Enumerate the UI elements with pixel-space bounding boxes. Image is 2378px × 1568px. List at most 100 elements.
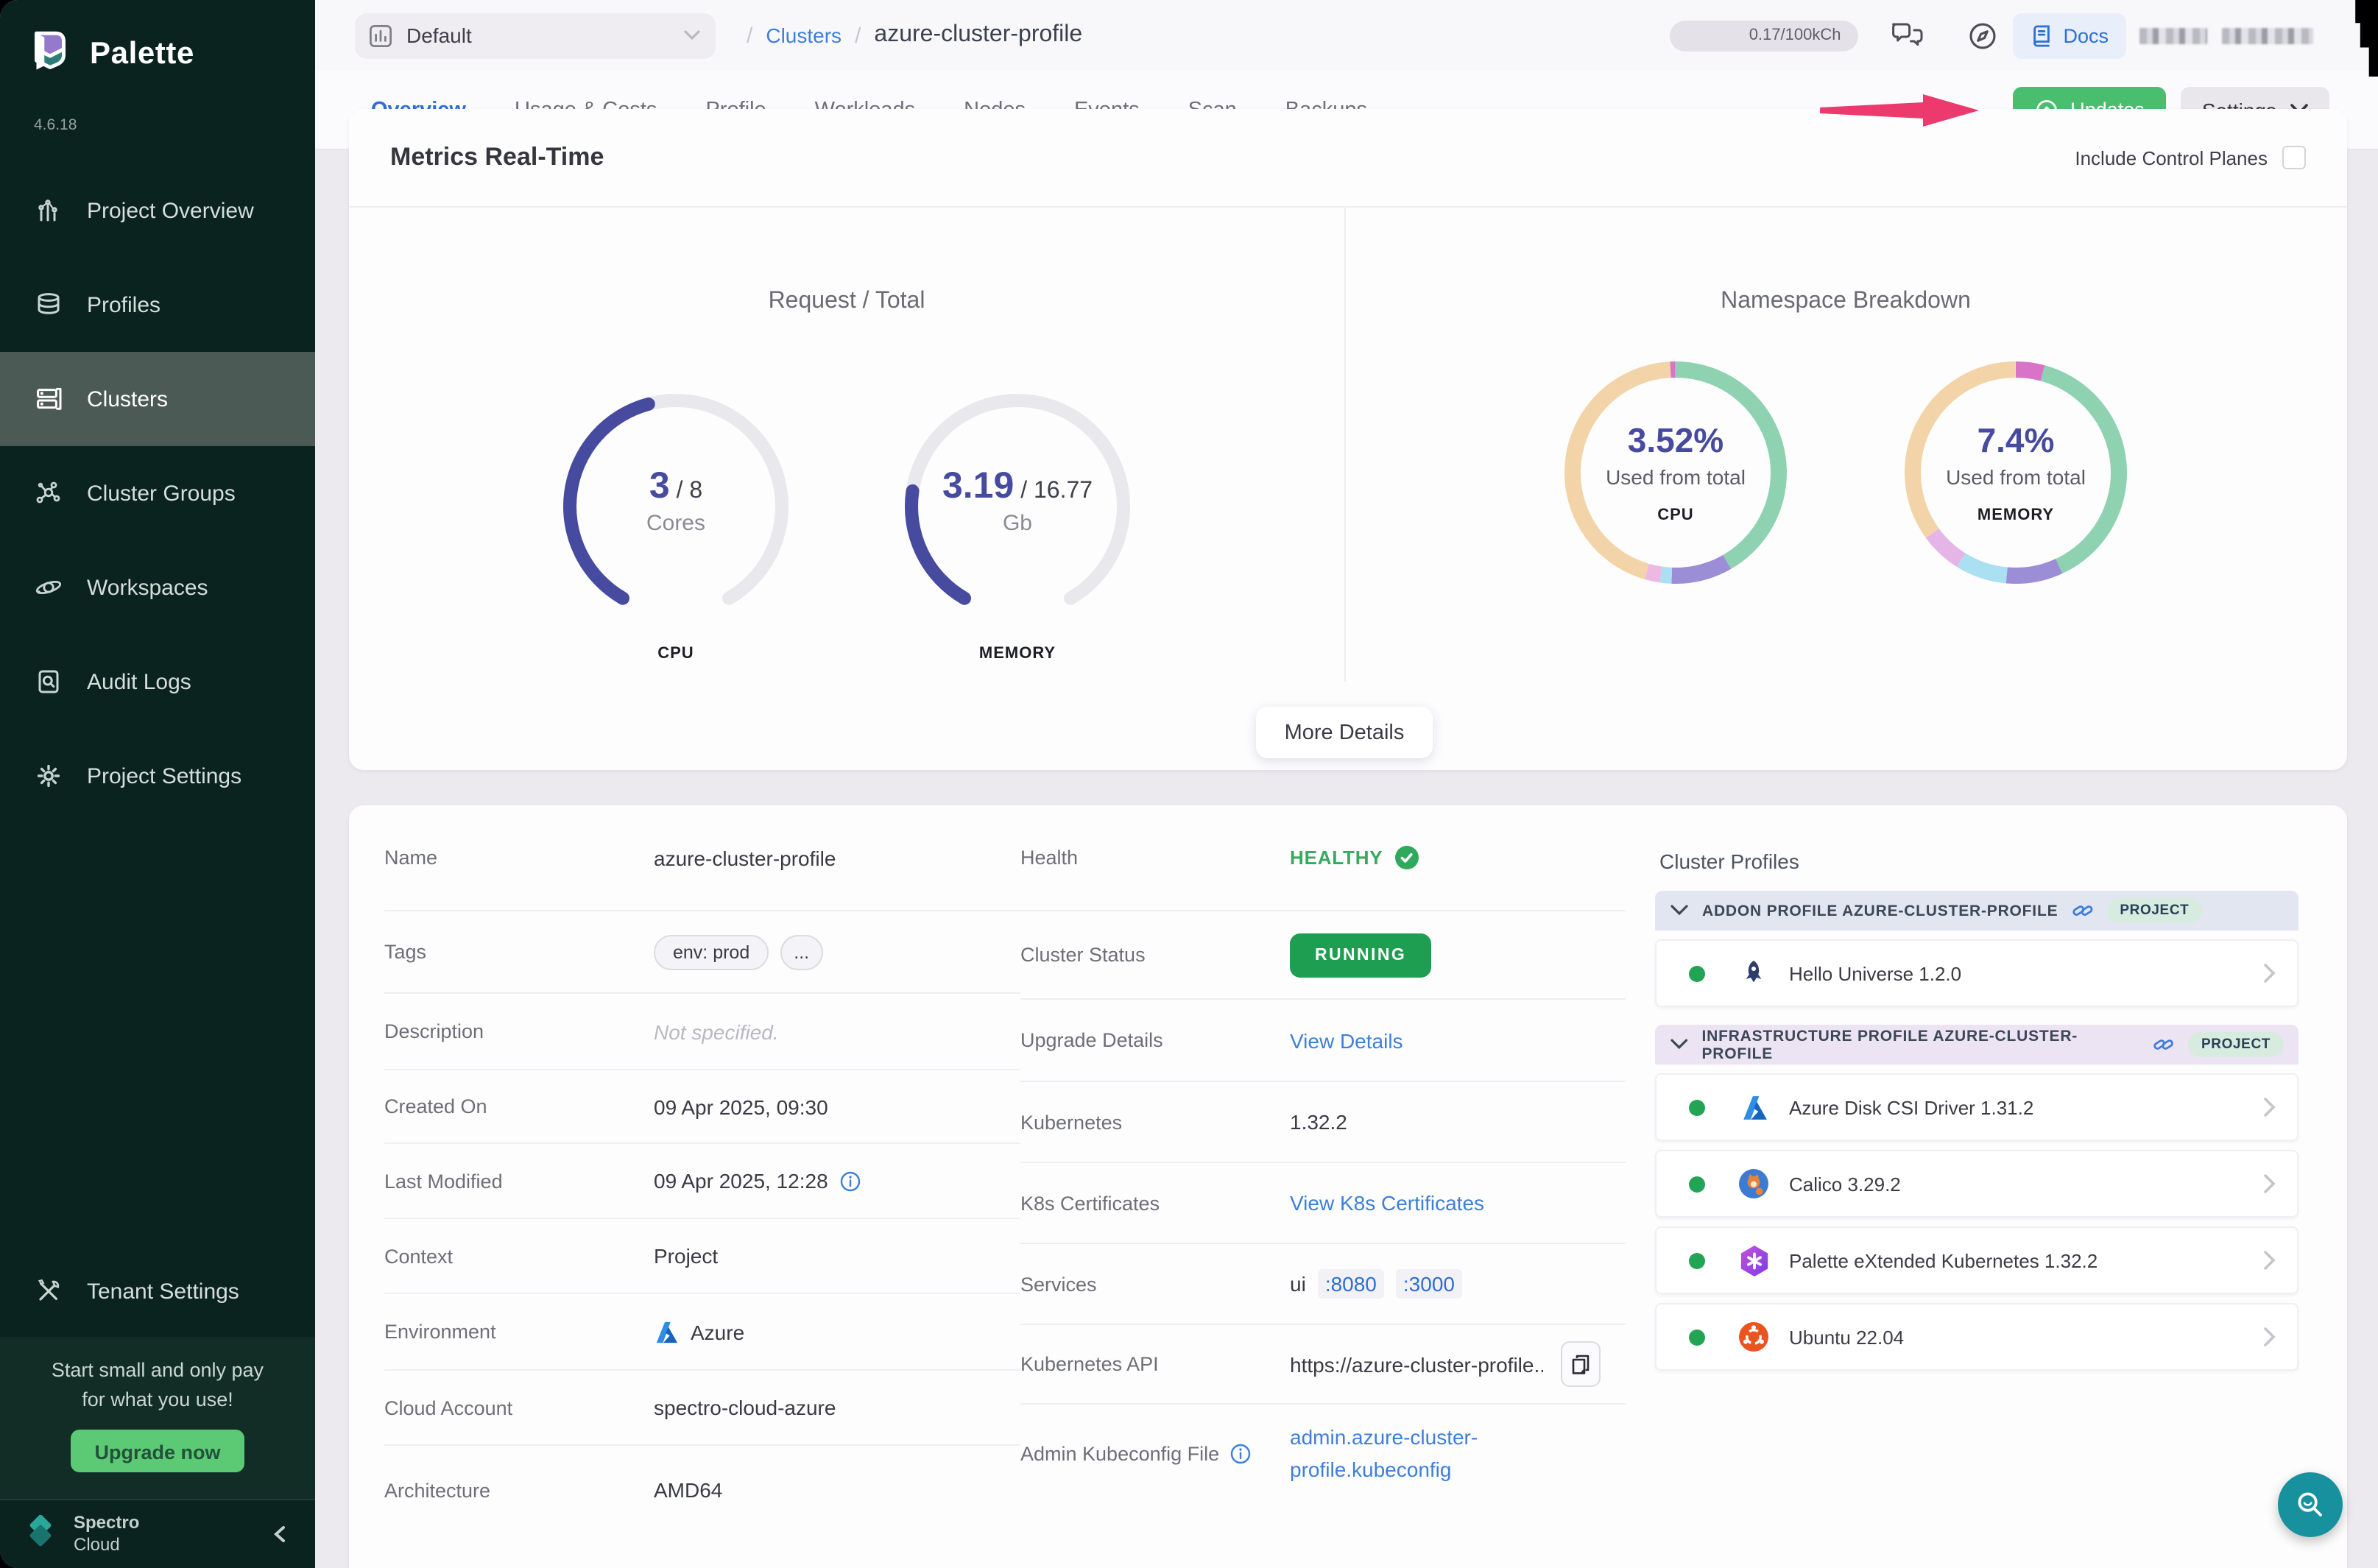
request-total-title: Request / Total <box>349 289 1344 315</box>
cluster-name-value: azure-cluster-profile <box>654 846 836 869</box>
info-icon[interactable] <box>1229 1443 1252 1465</box>
memory-total: / 16.77 <box>1020 478 1093 504</box>
environment-value: Azure <box>691 1320 744 1343</box>
upgrade-promo: Start small and only pay for what you us… <box>0 1337 315 1499</box>
detail-row-description: Description Not specified. <box>384 994 1020 1070</box>
search-icon <box>2294 1488 2326 1521</box>
status-badge: RUNNING <box>1290 933 1431 977</box>
sidebar-item-label: Cluster Groups <box>87 481 236 506</box>
addon-profile-header[interactable]: ADDON PROFILE AZURE-CLUSTER-PROFILE PROJ… <box>1655 891 2298 930</box>
cloud-account-value: spectro-cloud-azure <box>654 1396 836 1419</box>
sidebar-item-project-overview[interactable]: Project Overview <box>0 163 315 258</box>
detail-row-upgrade-details: Upgrade Details View Details <box>1020 1000 1626 1082</box>
detail-row-cluster-status: Cluster Status RUNNING <box>1020 911 1626 1000</box>
memory-unit: Gb <box>892 511 1143 536</box>
metrics-title: Metrics Real-Time <box>390 143 604 172</box>
tag-pill[interactable]: env: prod <box>654 934 769 970</box>
docs-label: Docs <box>2063 24 2109 46</box>
view-k8s-certificates-link[interactable]: View K8s Certificates <box>1290 1191 1484 1215</box>
health-status: HEALTHY <box>1290 847 1383 869</box>
profile-item-calico[interactable]: Calico 3.29.2 <box>1655 1150 2298 1218</box>
status-dot <box>1689 1099 1705 1115</box>
usage-credit-badge: 0.17/100kCh <box>1670 20 1858 51</box>
profile-item-hello-universe[interactable]: Hello Universe 1.2.0 <box>1655 939 2298 1007</box>
copy-icon[interactable] <box>1561 1341 1601 1387</box>
tags-more-pill[interactable]: ... <box>780 934 822 970</box>
sidebar-item-label: Clusters <box>87 386 168 412</box>
redacted-user-info <box>2139 21 2319 50</box>
status-dot <box>1689 1176 1705 1192</box>
namespace-breakdown-title: Namespace Breakdown <box>1344 289 2347 315</box>
status-dot <box>1689 965 1705 981</box>
layers-icon <box>34 290 63 319</box>
sidebar-item-cluster-groups[interactable]: Cluster Groups <box>0 446 315 540</box>
namespace-cpu-text: 3.52% Used from total CPU <box>1528 421 1823 524</box>
profile-group-name: ADDON PROFILE AZURE-CLUSTER-PROFILE <box>1702 902 2058 919</box>
sidebar-item-workspaces[interactable]: Workspaces <box>0 540 315 635</box>
collapse-sidebar-icon[interactable] <box>271 1524 289 1544</box>
sidebar-item-clusters[interactable]: Clusters <box>0 352 315 446</box>
detail-row-last-modified: Last Modified 09 Apr 2025, 12:28 <box>384 1144 1020 1219</box>
detail-row-services: Services ui :8080 :3000 <box>1020 1244 1626 1325</box>
cpu-request: 3 <box>649 465 670 506</box>
tools-icon <box>34 1276 63 1306</box>
service-port-3000-link[interactable]: :3000 <box>1396 1269 1462 1299</box>
more-details-button[interactable]: More Details <box>1256 707 1433 758</box>
profile-item-palette-extended-kubernetes[interactable]: Palette eXtended Kubernetes 1.32.2 <box>1655 1226 2298 1294</box>
sidebar-item-label: Audit Logs <box>87 669 191 694</box>
row-label: Admin Kubeconfig File <box>1020 1443 1219 1465</box>
sidebar-item-tenant-settings[interactable]: Tenant Settings <box>0 1263 315 1319</box>
include-control-planes-checkbox[interactable] <box>2282 146 2306 169</box>
cluster-profiles-panel: Cluster Profiles ADDON PROFILE AZURE-CLU… <box>1655 805 2298 1371</box>
breadcrumb-clusters-link[interactable]: Clusters <box>766 24 842 47</box>
upgrade-now-button[interactable]: Upgrade now <box>71 1430 244 1472</box>
sidebar-item-project-settings[interactable]: Project Settings <box>0 729 315 823</box>
sidebar-item-label: Profiles <box>87 292 160 317</box>
link-icon <box>2153 1034 2175 1056</box>
row-label: Services <box>1020 1273 1290 1295</box>
palette-logo-icon <box>25 27 75 81</box>
service-port-8080-link[interactable]: :8080 <box>1318 1269 1384 1299</box>
row-label: Context <box>384 1245 654 1267</box>
metrics-header: Metrics Real-Time Include Control Planes <box>349 109 2347 208</box>
row-label: Last Modified <box>384 1170 654 1192</box>
view-details-link[interactable]: View Details <box>1290 1028 1403 1052</box>
help-search-fab[interactable] <box>2278 1472 2343 1537</box>
profile-item-azure-disk-csi[interactable]: Azure Disk CSI Driver 1.31.2 <box>1655 1073 2298 1141</box>
detail-row-tags: Tags env: prod ... <box>384 911 1020 994</box>
chevron-down-icon <box>683 29 701 41</box>
redacted-text <box>2139 27 2207 43</box>
compass-icon[interactable] <box>1967 20 1998 51</box>
cpu-total: / 8 <box>677 478 703 504</box>
profile-item-ubuntu[interactable]: Ubuntu 22.04 <box>1655 1303 2298 1371</box>
docs-button[interactable]: Docs <box>2013 13 2126 58</box>
row-label: Kubernetes API <box>1020 1353 1290 1375</box>
bar-chart-icon <box>34 196 63 225</box>
status-column: Health HEALTHY Cluster Status RUNNING Up… <box>1020 805 1626 1503</box>
orbit-icon <box>34 573 63 602</box>
profile-item-name: Hello Universe 1.2.0 <box>1789 962 1961 984</box>
row-label: Health <box>1020 847 1290 869</box>
memory-used-percent: 7.4% <box>1869 421 2163 461</box>
feedback-chat-icon[interactable] <box>1891 19 1926 52</box>
sidebar-item-audit-logs[interactable]: Audit Logs <box>0 635 315 729</box>
kubeconfig-line1: admin.azure-cluster- <box>1290 1425 1478 1449</box>
project-badge: PROJECT <box>2106 898 2202 923</box>
memory-donut-label: MEMORY <box>1869 506 2163 524</box>
server-icon <box>34 384 63 414</box>
infrastructure-profile-header[interactable]: INFRASTRUCTURE PROFILE AZURE-CLUSTER-PRO… <box>1655 1025 2298 1064</box>
kubeconfig-file-link[interactable]: admin.azure-cluster- profile.kubeconfig <box>1290 1422 1478 1486</box>
main-area: Default / Clusters / azure-cluster-profi… <box>315 0 2378 1568</box>
cpu-unit: Cores <box>551 511 801 536</box>
cpu-gauge-value: 3 / 8 Cores <box>551 465 801 536</box>
kubeconfig-line2: profile.kubeconfig <box>1290 1457 1452 1480</box>
project-selector[interactable]: Default <box>355 13 716 58</box>
include-control-planes: Include Control Planes <box>2075 146 2306 169</box>
info-icon[interactable] <box>840 1170 862 1192</box>
palette-app: Palette 4.6.18 Project Overview Profiles <box>0 0 2378 1568</box>
sidebar-item-profiles[interactable]: Profiles <box>0 258 315 352</box>
chevron-down-icon <box>1670 904 1689 917</box>
breadcrumb-current: azure-cluster-profile <box>874 22 1082 49</box>
row-label: Tags <box>384 941 654 963</box>
detail-row-health: Health HEALTHY <box>1020 805 1626 911</box>
